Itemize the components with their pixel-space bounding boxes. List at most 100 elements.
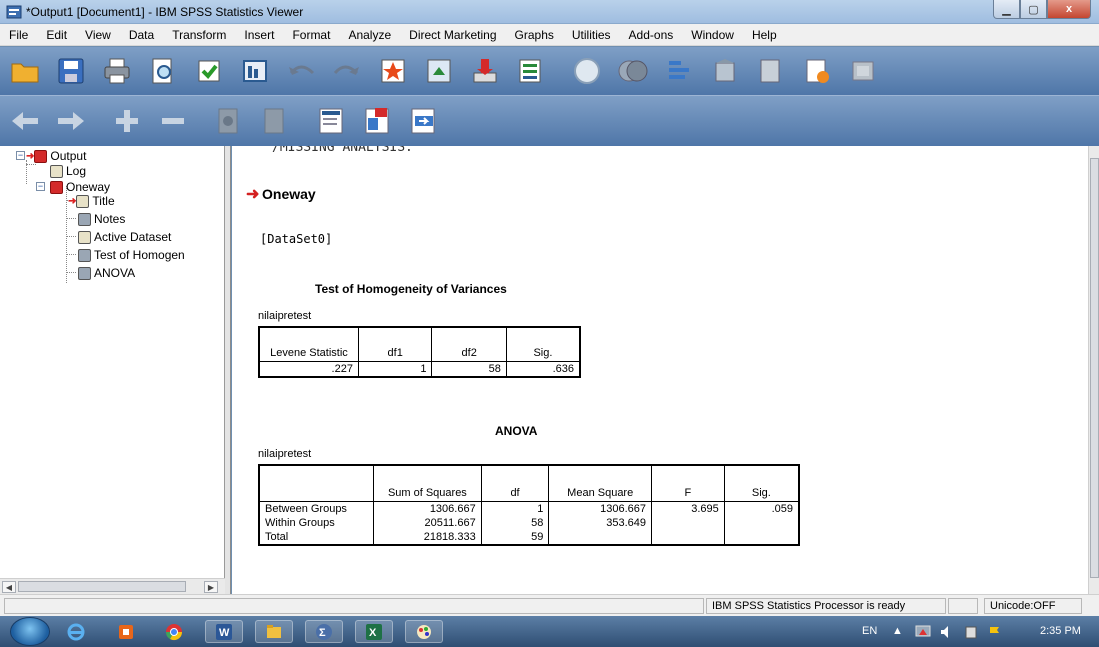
column-header: Sig. [505, 326, 581, 362]
tree-item-oneway[interactable]: Oneway [50, 180, 110, 194]
menu-help[interactable]: Help [743, 28, 786, 42]
explorer-icon[interactable] [255, 620, 293, 643]
show-hidden-icons[interactable]: ▲ [892, 625, 903, 637]
menu-window[interactable]: Window [682, 28, 743, 42]
chrome-icon[interactable] [155, 620, 193, 643]
tree-connector [66, 236, 76, 237]
table-cell: 58 [480, 515, 550, 530]
output-icon[interactable] [800, 54, 834, 88]
section-heading[interactable]: Oneway [262, 186, 316, 202]
clock[interactable]: 2:35 PM [1040, 625, 1081, 637]
tree-item-label: ANOVA [94, 266, 136, 280]
network-icon[interactable] [912, 620, 934, 643]
collapse-icon[interactable] [156, 104, 190, 138]
goto-variable-icon[interactable] [422, 54, 456, 88]
goto-data-icon[interactable] [376, 54, 410, 88]
anova-table-title: ANOVA [495, 424, 538, 438]
open-icon[interactable] [8, 54, 42, 88]
power-icon[interactable] [960, 620, 982, 643]
tree-item-notes[interactable]: Notes [78, 212, 125, 226]
select-cases-icon[interactable] [514, 54, 548, 88]
tree-item-label: Notes [94, 212, 126, 226]
use-sets-icon[interactable] [616, 54, 650, 88]
recall-dialog-icon[interactable] [238, 54, 272, 88]
tree-item-output[interactable]: ➜ Output [26, 149, 86, 163]
show-all-icon[interactable] [662, 54, 696, 88]
column-header: df2 [431, 326, 507, 362]
menu-direct-marketing[interactable]: Direct Marketing [400, 28, 505, 42]
print-icon[interactable] [100, 54, 134, 88]
table-icon [78, 266, 91, 280]
undo-icon[interactable] [284, 54, 318, 88]
arrow-icon: ➜ [68, 195, 77, 207]
ie-icon[interactable] [57, 620, 95, 643]
volume-icon[interactable] [936, 620, 958, 643]
promote-icon[interactable] [8, 104, 42, 138]
table-cell: 353.649 [548, 515, 653, 530]
menu-format[interactable]: Format [283, 28, 339, 42]
designate-window-icon[interactable] [708, 54, 742, 88]
menu-data[interactable]: Data [120, 28, 163, 42]
insert-heading-icon[interactable] [314, 104, 348, 138]
word-icon[interactable]: W [205, 620, 243, 643]
insert-title-icon[interactable] [360, 104, 394, 138]
collapse-oneway-toggle[interactable]: − [36, 182, 45, 191]
hide-icon[interactable] [258, 104, 292, 138]
menu-analyze[interactable]: Analyze [339, 28, 400, 42]
menu-graphs[interactable]: Graphs [506, 28, 563, 42]
close-button[interactable]: x [1047, 0, 1091, 19]
redo-icon[interactable] [330, 54, 364, 88]
paint-icon[interactable] [405, 620, 443, 643]
insert-text-icon[interactable] [406, 104, 440, 138]
tree-item-log[interactable]: Log [50, 164, 86, 178]
language-indicator[interactable]: EN [862, 625, 877, 637]
run-script-icon[interactable] [754, 54, 788, 88]
menu-view[interactable]: View [76, 28, 120, 42]
value-labels-icon[interactable] [570, 54, 604, 88]
spss-icon[interactable]: Σ [305, 620, 343, 643]
menu-add-ons[interactable]: Add-ons [620, 28, 683, 42]
tree-item-anova[interactable]: ANOVA [78, 266, 135, 280]
content-vertical-scrollbar[interactable] [1088, 146, 1099, 594]
homogeneity-table[interactable]: Levene Statistic df1 df2 Sig. .227 1 58 … [258, 326, 581, 378]
window-title: *Output1 [Document1] - IBM SPSS Statisti… [26, 5, 304, 19]
menu-insert[interactable]: Insert [235, 28, 283, 42]
start-button[interactable] [10, 617, 50, 646]
menu-file[interactable]: File [0, 28, 37, 42]
scroll-left-icon[interactable]: ◀ [2, 581, 16, 593]
minimize-button[interactable]: ▁ [993, 0, 1020, 19]
scroll-right-icon[interactable]: ▶ [204, 581, 218, 593]
outline-horizontal-scrollbar[interactable]: ◀ ▶ [0, 578, 225, 594]
demote-icon[interactable] [54, 104, 88, 138]
expand-icon[interactable] [110, 104, 144, 138]
print-preview-icon[interactable] [146, 54, 180, 88]
table-cell: 21818.333 [373, 529, 482, 545]
show-icon[interactable] [212, 104, 246, 138]
arrow-icon: ➜ [246, 186, 260, 203]
export-icon[interactable] [192, 54, 226, 88]
tree-item-title[interactable]: ➜ Title [68, 194, 115, 208]
save-icon[interactable] [54, 54, 88, 88]
office-icon[interactable] [107, 620, 145, 643]
column-header: df1 [357, 326, 433, 362]
maximize-button[interactable]: ▢ [1020, 0, 1047, 19]
menu-utilities[interactable]: Utilities [563, 28, 620, 42]
menu-edit[interactable]: Edit [37, 28, 76, 42]
chart-icon[interactable] [846, 54, 880, 88]
table-cell: 1306.667 [548, 500, 653, 516]
table-cell [651, 515, 725, 530]
collapse-output-toggle[interactable]: − [16, 151, 25, 160]
tree-item-active-dataset[interactable]: Active Dataset [78, 230, 171, 244]
scrollbar-thumb[interactable] [18, 581, 186, 592]
menu-transform[interactable]: Transform [163, 28, 235, 42]
scrollbar-thumb[interactable] [1090, 158, 1099, 578]
tree-item-test-of-homogeneity[interactable]: Test of Homogen [78, 248, 185, 262]
excel-icon[interactable]: X [355, 620, 393, 643]
homogeneity-table-title: Test of Homogeneity of Variances [315, 282, 507, 296]
variables-icon[interactable] [468, 54, 502, 88]
pane-splitter[interactable] [225, 146, 231, 594]
table-cell: .227 [258, 360, 359, 377]
close-icon: x [1065, 3, 1073, 15]
anova-table[interactable]: Sum of Squares df Mean Square F Sig. Bet… [258, 464, 800, 546]
flag-icon[interactable] [984, 620, 1006, 643]
